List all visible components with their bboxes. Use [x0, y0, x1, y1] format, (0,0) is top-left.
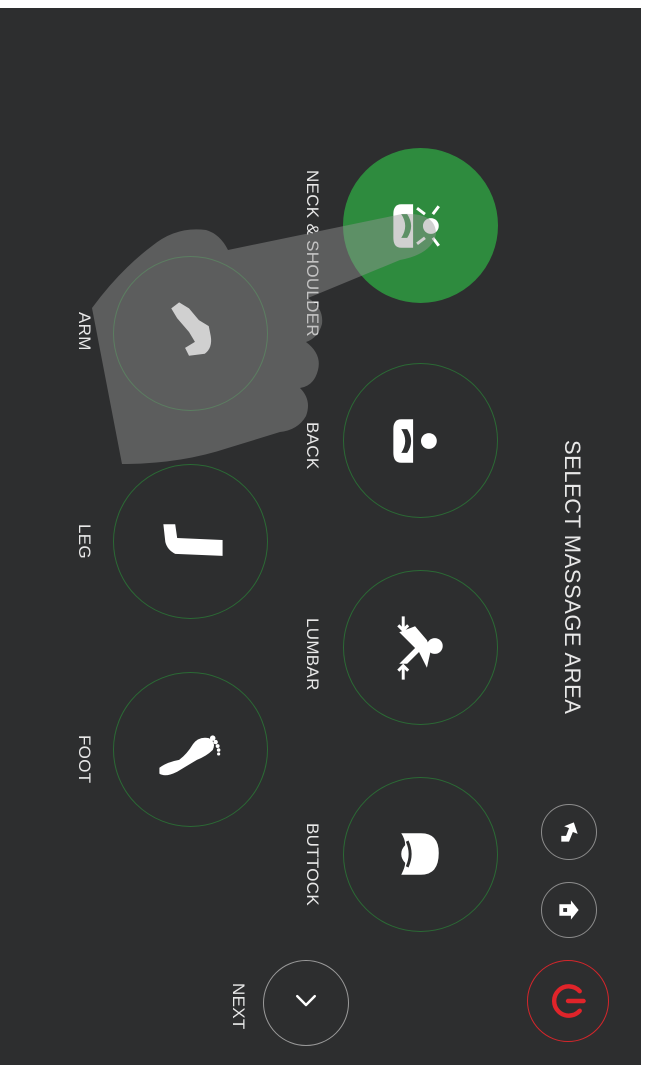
- buttock-icon: [401, 833, 439, 875]
- area-label-neck-shoulder: NECK & SHOULDER: [303, 170, 322, 337]
- chevron-down-icon: [295, 994, 317, 1007]
- recline-down-icon: [559, 900, 579, 920]
- area-button-lumbar[interactable]: [343, 570, 498, 725]
- area-label-buttock: BUTTOCK: [303, 823, 322, 907]
- recline-down-button[interactable]: [541, 882, 597, 938]
- area-label-arm: ARM: [75, 312, 94, 351]
- area-button-back[interactable]: [343, 363, 498, 518]
- leg-icon: [163, 524, 223, 556]
- foot-icon: [159, 735, 221, 776]
- page-title: SELECT MASSAGE AREA: [560, 440, 585, 715]
- next-button[interactable]: [263, 960, 349, 1046]
- area-label-leg: LEG: [75, 524, 94, 559]
- screen: SELECT MASSAGE AREA NECK & SHOULDER BACK…: [0, 8, 641, 1065]
- area-button-foot[interactable]: [113, 672, 268, 827]
- neck-shoulder-icon: [393, 204, 440, 248]
- arm-icon: [171, 302, 212, 356]
- lumbar-icon: [397, 616, 443, 680]
- back-icon: [393, 419, 437, 463]
- area-label-lumbar: LUMBAR: [303, 618, 322, 691]
- next-label: NEXT: [229, 983, 248, 1030]
- area-button-arm[interactable]: [113, 256, 268, 411]
- area-label-back: BACK: [303, 422, 322, 470]
- area-button-neck-shoulder[interactable]: [343, 148, 498, 303]
- recline-up-icon: [561, 822, 578, 842]
- recline-up-button[interactable]: [541, 804, 597, 860]
- area-button-leg[interactable]: [113, 464, 268, 619]
- power-button[interactable]: [527, 960, 609, 1042]
- power-icon: [552, 984, 586, 1018]
- area-label-foot: FOOT: [75, 735, 94, 784]
- area-button-buttock[interactable]: [343, 777, 498, 932]
